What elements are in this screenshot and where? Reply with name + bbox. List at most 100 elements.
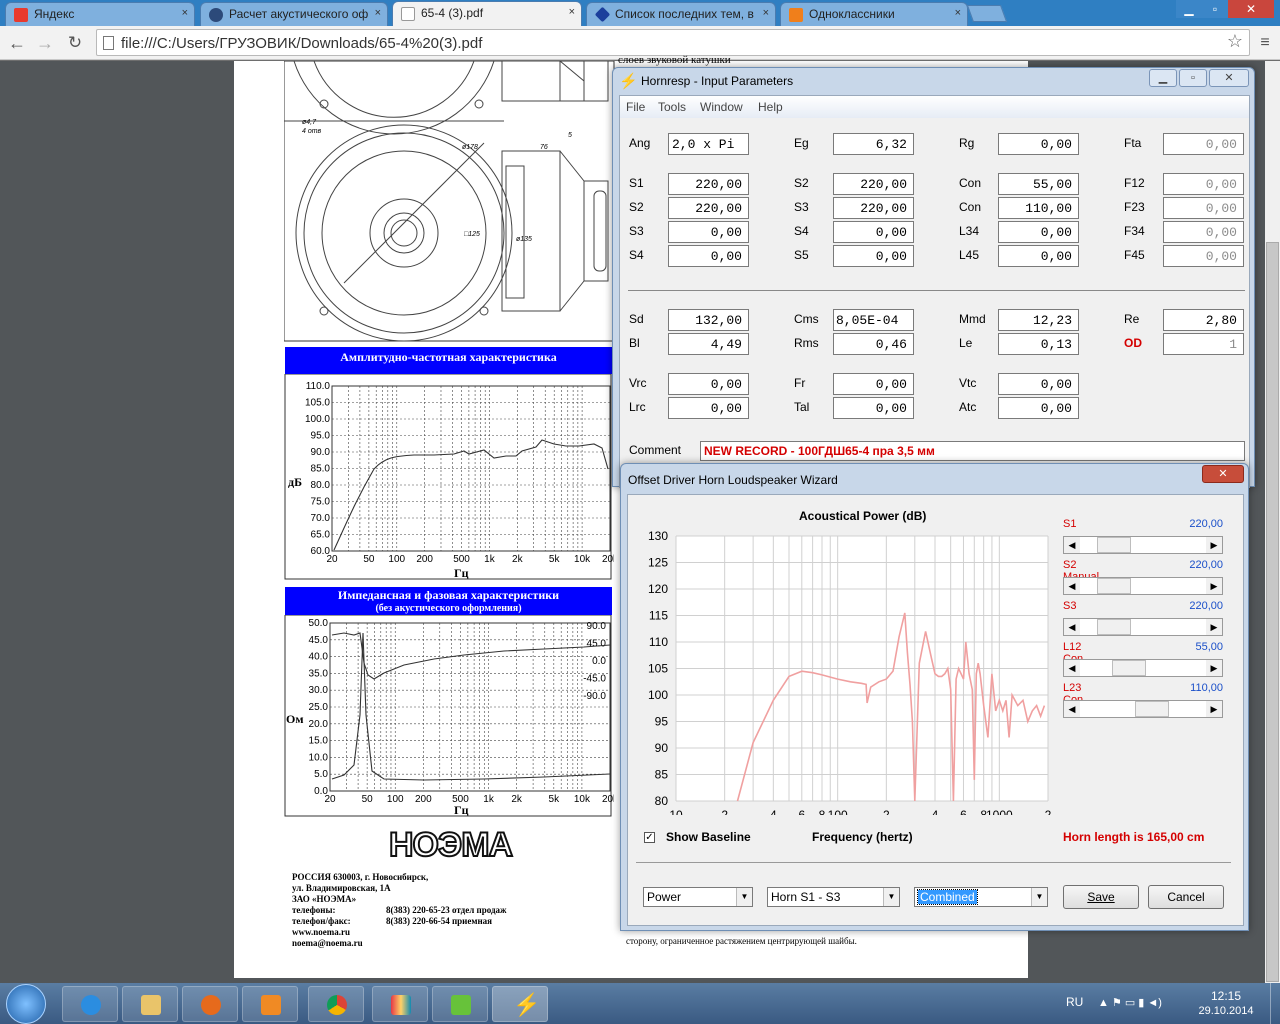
scrollbar-thumb[interactable] bbox=[1266, 242, 1279, 982]
param-field[interactable]: 220,00 bbox=[668, 197, 749, 219]
arrow-left-icon[interactable]: ◀ bbox=[1064, 537, 1080, 553]
arrow-right-icon[interactable]: ▶ bbox=[1206, 660, 1222, 676]
slider-thumb[interactable] bbox=[1096, 537, 1131, 553]
slider-thumb[interactable] bbox=[1112, 660, 1147, 676]
tab-acoustic-calc[interactable]: Расчет акустического оф × bbox=[200, 2, 388, 26]
show-baseline-checkbox[interactable]: ✓ bbox=[644, 832, 655, 843]
tray-icons[interactable]: ▲ ⚑ ▭ ▮ ◄) bbox=[1098, 996, 1162, 1009]
param-field[interactable]: 0,00 bbox=[668, 397, 749, 419]
slider-thumb[interactable] bbox=[1135, 701, 1170, 717]
close-icon[interactable]: × bbox=[375, 7, 381, 19]
arrow-left-icon[interactable]: ◀ bbox=[1064, 701, 1080, 717]
app-taskbar-button[interactable] bbox=[432, 986, 488, 1022]
menu-icon[interactable]: ≡ bbox=[1254, 32, 1276, 54]
hornresp-taskbar-button[interactable]: ⚡ bbox=[492, 986, 548, 1022]
tab-yandex[interactable]: Яндекс × bbox=[5, 2, 195, 26]
param-field[interactable]: 0,13 bbox=[998, 333, 1079, 355]
param-field[interactable]: 0,00 bbox=[998, 221, 1079, 243]
param-field[interactable]: 0,00 bbox=[833, 221, 914, 243]
display-mode-select[interactable]: Combined ▼ bbox=[914, 887, 1048, 907]
horn-section-select[interactable]: Horn S1 - S3 ▼ bbox=[767, 887, 900, 907]
param-field[interactable]: 0,00 bbox=[833, 245, 914, 267]
param-field[interactable]: 0,00 bbox=[998, 397, 1079, 419]
menu-file[interactable]: File bbox=[626, 100, 645, 114]
param-field[interactable]: 12,23 bbox=[998, 309, 1079, 331]
arrow-right-icon[interactable]: ▶ bbox=[1206, 578, 1222, 594]
param-field[interactable]: 110,00 bbox=[998, 197, 1079, 219]
comment-field[interactable]: NEW RECORD - 100ГДШ65-4 пра 3,5 мм bbox=[700, 441, 1245, 461]
explorer-taskbar-button[interactable] bbox=[122, 986, 178, 1022]
close-icon[interactable]: × bbox=[763, 7, 769, 19]
param-field[interactable]: 0,00 bbox=[998, 245, 1079, 267]
param-field[interactable]: 0,00 bbox=[833, 373, 914, 395]
app-taskbar-button[interactable] bbox=[372, 986, 428, 1022]
output-type-select[interactable]: Power ▼ bbox=[643, 887, 753, 907]
cancel-button[interactable]: Cancel bbox=[1148, 885, 1224, 909]
arrow-left-icon[interactable]: ◀ bbox=[1064, 660, 1080, 676]
address-bar[interactable]: file:///C:/Users/ГРУЗОВИК/Downloads/65-4… bbox=[96, 29, 1250, 56]
param-field[interactable]: 4,49 bbox=[668, 333, 749, 355]
close-icon[interactable]: × bbox=[182, 7, 188, 19]
folder-icon bbox=[141, 995, 161, 1015]
tab-topics[interactable]: Список последних тем, в × bbox=[586, 2, 776, 26]
param-field[interactable]: 220,00 bbox=[833, 197, 914, 219]
clock-date[interactable]: 29.10.2014 bbox=[1196, 1005, 1256, 1017]
param-field[interactable]: 0,00 bbox=[998, 133, 1079, 155]
param-field[interactable]: 220,00 bbox=[668, 173, 749, 195]
close-button[interactable]: ✕ bbox=[1202, 465, 1244, 483]
close-icon[interactable]: × bbox=[569, 6, 575, 18]
menu-help[interactable]: Help bbox=[758, 100, 783, 114]
close-icon[interactable]: × bbox=[955, 7, 961, 19]
param-field[interactable]: 55,00 bbox=[998, 173, 1079, 195]
new-tab-button[interactable] bbox=[966, 5, 1008, 22]
arrow-right-icon[interactable]: ▶ bbox=[1206, 701, 1222, 717]
param-field[interactable]: 0,46 bbox=[833, 333, 914, 355]
clock-time[interactable]: 12:15 bbox=[1196, 989, 1256, 1003]
ie-taskbar-button[interactable] bbox=[62, 986, 118, 1022]
slider-thumb[interactable] bbox=[1096, 578, 1131, 594]
arrow-left-icon[interactable]: ◀ bbox=[1064, 619, 1080, 635]
y-tick-label: 105.0 bbox=[305, 398, 330, 409]
menu-window[interactable]: Window bbox=[700, 100, 743, 114]
slider[interactable]: ◀ ▶ bbox=[1063, 536, 1223, 554]
firefox-taskbar-button[interactable] bbox=[182, 986, 238, 1022]
slider-thumb[interactable] bbox=[1096, 619, 1131, 635]
maximize-button[interactable]: ▫ bbox=[1202, 0, 1228, 18]
back-icon[interactable]: ← bbox=[6, 32, 28, 54]
param-field[interactable]: 2,0 x Pi bbox=[668, 133, 749, 155]
slider[interactable]: ◀ ▶ bbox=[1063, 577, 1223, 595]
arrow-left-icon[interactable]: ◀ bbox=[1064, 578, 1080, 594]
param-field[interactable]: 0,00 bbox=[998, 373, 1079, 395]
arrow-right-icon[interactable]: ▶ bbox=[1206, 537, 1222, 553]
maximize-button[interactable]: ▫ bbox=[1179, 69, 1207, 87]
param-field[interactable]: 0,00 bbox=[668, 221, 749, 243]
bookmark-star-icon[interactable]: ☆ bbox=[1227, 31, 1243, 52]
param-field[interactable]: 6,32 bbox=[833, 133, 914, 155]
minimize-button[interactable]: ▁ bbox=[1176, 0, 1202, 18]
chrome-taskbar-button[interactable] bbox=[308, 986, 364, 1022]
close-button[interactable]: ✕ bbox=[1209, 69, 1249, 87]
menu-tools[interactable]: Tools bbox=[658, 100, 686, 114]
param-field[interactable]: 2,80 bbox=[1163, 309, 1244, 331]
slider[interactable]: ◀ ▶ bbox=[1063, 659, 1223, 677]
forward-icon[interactable]: → bbox=[34, 32, 56, 54]
param-field[interactable]: 0,00 bbox=[668, 373, 749, 395]
show-desktop-button[interactable] bbox=[1270, 983, 1280, 1024]
slider[interactable]: ◀ ▶ bbox=[1063, 618, 1223, 636]
start-button[interactable] bbox=[6, 984, 46, 1024]
param-field[interactable]: 220,00 bbox=[833, 173, 914, 195]
param-field[interactable]: 8,05E-04 bbox=[833, 309, 914, 331]
param-field[interactable]: 0,00 bbox=[833, 397, 914, 419]
close-window-button[interactable]: ✕ bbox=[1228, 0, 1274, 18]
param-field[interactable]: 132,00 bbox=[668, 309, 749, 331]
slider[interactable]: ◀ ▶ bbox=[1063, 700, 1223, 718]
tab-odnoklassniki[interactable]: Одноклассники × bbox=[780, 2, 968, 26]
reload-icon[interactable]: ↻ bbox=[64, 32, 86, 54]
arrow-right-icon[interactable]: ▶ bbox=[1206, 619, 1222, 635]
language-indicator[interactable]: RU bbox=[1066, 995, 1083, 1009]
param-field[interactable]: 0,00 bbox=[668, 245, 749, 267]
tab-pdf[interactable]: 65-4 (3).pdf × bbox=[392, 1, 582, 27]
media-taskbar-button[interactable] bbox=[242, 986, 298, 1022]
save-button[interactable]: Save bbox=[1063, 885, 1139, 909]
minimize-button[interactable]: ▁ bbox=[1149, 69, 1177, 87]
